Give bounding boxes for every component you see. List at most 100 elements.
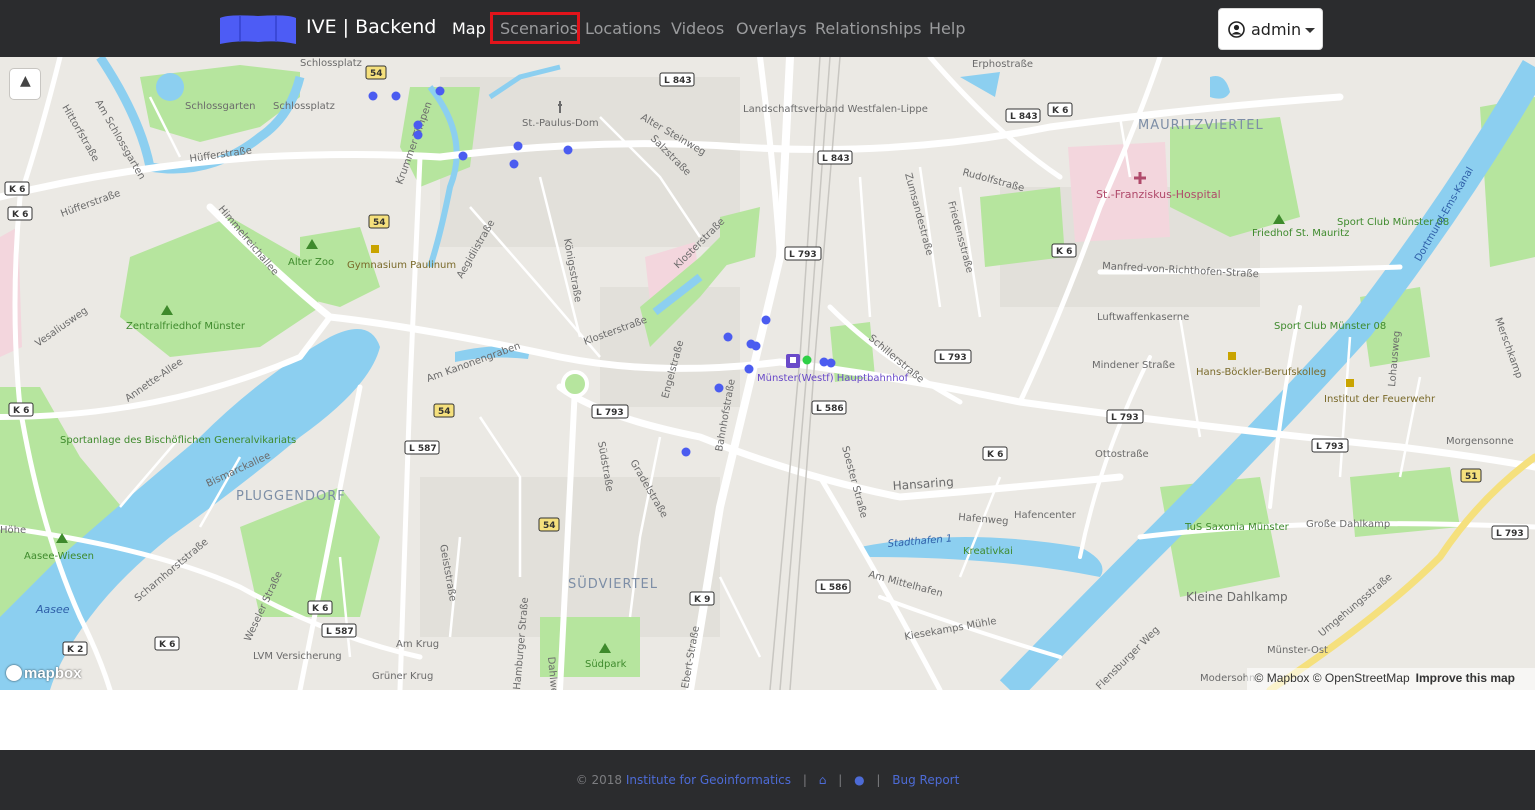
location-marker[interactable] [761,315,771,325]
map-label: St.-Paulus-Dom [522,118,599,129]
svg-text:54: 54 [370,69,383,79]
svg-text:51: 51 [1465,472,1478,482]
footer-line: © 2018 Institute for Geoinformatics | ⌂ … [0,773,1535,787]
home-icon[interactable]: ⌂ [819,773,827,787]
selected-location-marker[interactable] [802,355,812,365]
map-canvas[interactable]: Schlossplatz Schlossgarten Schlossplatz … [0,57,1535,690]
road-shield: L 793 [1491,525,1529,540]
location-marker[interactable] [744,364,754,374]
app-brand[interactable]: IVE | Backend [306,16,436,38]
school-icon [1346,379,1354,387]
svg-text:54: 54 [438,407,451,417]
map-label: Schlossplatz [273,101,335,112]
svg-text:L 843: L 843 [1010,112,1038,122]
road-shield: K 6 [4,181,30,196]
svg-text:L 843: L 843 [822,154,850,164]
nav-map[interactable]: Map [452,19,486,38]
bug-report-link[interactable]: Bug Report [892,773,959,787]
map-label: Am Kanonengraben [425,341,522,385]
location-marker[interactable] [509,159,519,169]
map-label: Friedhof St. Mauritz [1252,228,1349,239]
location-marker[interactable] [413,130,423,140]
svg-text:K 9: K 9 [694,595,710,605]
roundabout [561,370,589,398]
github-icon[interactable]: ● [854,773,864,787]
map-label: Mindener Straße [1092,360,1175,371]
nav-locations[interactable]: Locations [585,19,661,38]
map-label: Südpark [585,659,627,670]
map-label: Landschaftsverband Westfalen-Lippe [743,104,928,115]
map-label: SÜDVIERTEL [568,575,658,592]
map-label: Alter Zoo [288,257,334,268]
svg-text:L 587: L 587 [326,627,354,637]
location-marker[interactable] [751,341,761,351]
nav-scenarios[interactable]: Scenarios [500,19,578,38]
road-shield: K 6 [307,600,333,615]
mapbox-logo[interactable]: mapbox [6,665,82,682]
road-shield: K 9 [689,591,715,606]
svg-text:L 586: L 586 [820,583,848,593]
road-shield: L 843 [659,72,695,87]
road-shield: L 843 [1005,108,1041,123]
road-shield: K 6 [7,206,33,221]
svg-text:L 793: L 793 [939,353,967,363]
road-shield: K 6 [1051,243,1077,258]
map-label: Zumsandestraße [902,172,935,257]
location-marker[interactable] [368,91,378,101]
user-menu-button[interactable]: admin [1218,8,1323,50]
map-label: Gymnasium Paulinum [347,260,456,271]
compass-button[interactable]: ▲ [10,69,40,99]
nav-videos[interactable]: Videos [671,19,724,38]
map-label: Aasee [35,603,70,616]
map-label: Grüner Krug [372,671,433,682]
institute-link[interactable]: Institute for Geoinformatics [626,773,791,787]
map-label: Hafenweg [958,512,1009,527]
road-shield: L 587 [321,623,357,638]
nav-relationships[interactable]: Relationships [815,19,922,38]
svg-text:K 6: K 6 [987,450,1003,460]
map-label: PLUGGENDORF [236,489,346,504]
attribution-text[interactable]: © Mapbox © OpenStreetMap [1255,671,1410,685]
road-shield: K 6 [154,636,180,651]
train-station-icon-detail [790,357,796,363]
map-label: Kreativkai [963,546,1013,557]
map-view[interactable]: Schlossplatz Schlossgarten Schlossplatz … [0,57,1535,690]
school-icon [371,245,379,253]
compass-icon: ▲ [20,73,31,89]
map-label: Aasee-Wiesen [24,551,94,562]
road-shield: K 2 [62,641,88,656]
nav-help[interactable]: Help [929,19,965,38]
svg-text:54: 54 [543,521,556,531]
svg-text:K 6: K 6 [13,406,29,416]
map-label: LVM Versicherung [253,651,342,662]
road-shield: 54 [433,403,455,418]
map-label: Luftwaffenkaserne [1097,312,1189,323]
svg-text:K 6: K 6 [159,640,175,650]
road-shield: 54 [538,517,560,532]
svg-text:K 6: K 6 [9,185,25,195]
location-marker[interactable] [513,141,523,151]
logo-icon[interactable] [218,14,298,46]
nav-overlays[interactable]: Overlays [736,19,807,38]
map-label: Große Dahlkamp [1306,519,1390,530]
svg-text:K 6: K 6 [1052,106,1068,116]
improve-map-link[interactable]: Improve this map [1416,671,1515,685]
location-marker[interactable] [826,358,836,368]
road-shield: L 587 [404,440,440,455]
location-marker[interactable] [413,120,423,130]
location-marker[interactable] [563,145,573,155]
map-label: Hans-Böckler-Berufskolleg [1196,367,1326,378]
location-marker[interactable] [723,332,733,342]
map-label: Am Mittelhafen [867,569,944,599]
svg-text:L 793: L 793 [596,408,624,418]
map-label: Morgensonne [1446,436,1514,447]
location-marker[interactable] [391,91,401,101]
top-navbar: IVE | Backend Map Scenarios Locations Vi… [0,0,1535,57]
location-marker[interactable] [435,86,445,96]
map-label: Dortmund-Ems-Kanal [1413,165,1476,263]
location-marker[interactable] [458,151,468,161]
location-marker[interactable] [714,383,724,393]
location-marker[interactable] [681,447,691,457]
map-label: Hafencenter [1014,510,1077,521]
map-label: Kleine Dahlkamp [1186,590,1288,604]
